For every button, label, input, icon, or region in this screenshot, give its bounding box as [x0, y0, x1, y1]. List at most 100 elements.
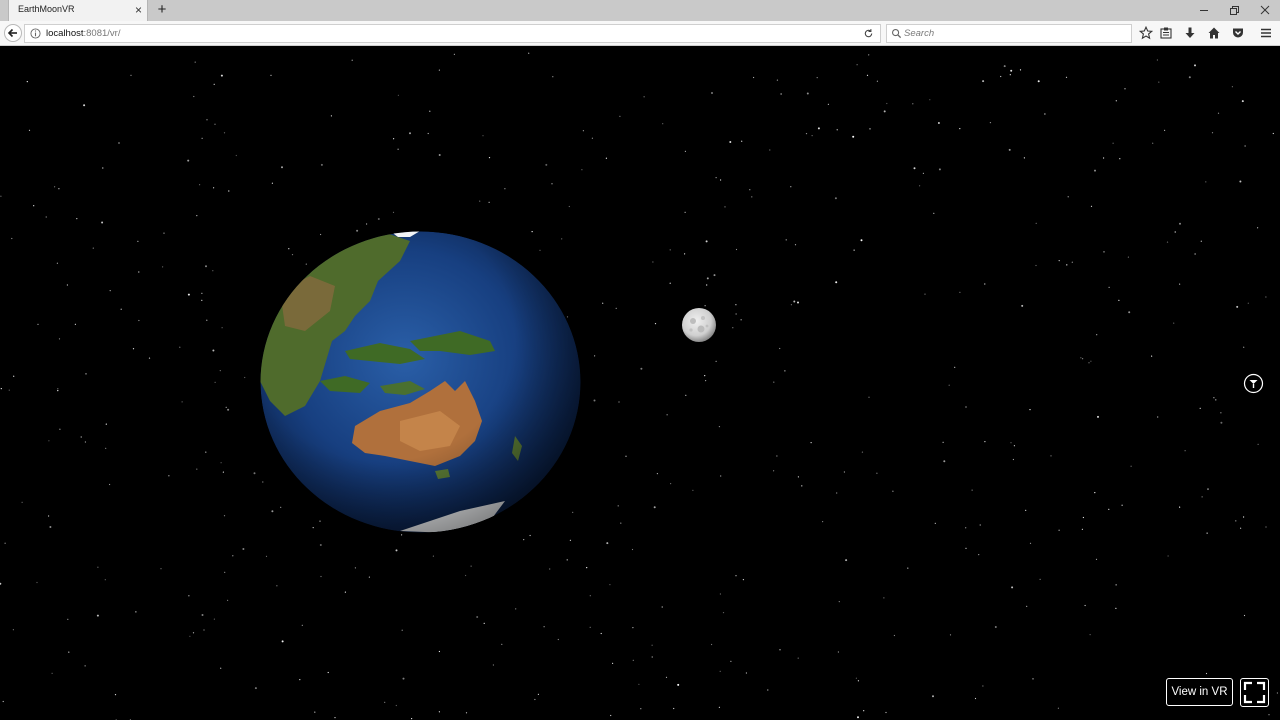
pocket-icon[interactable]	[1231, 26, 1245, 40]
url-text[interactable]: localhost:8081/vr/	[46, 28, 120, 39]
star	[892, 490, 894, 492]
star	[504, 188, 506, 190]
star	[1103, 251, 1105, 253]
star	[1115, 100, 1117, 102]
star	[543, 626, 545, 628]
reload-icon[interactable]	[863, 28, 874, 39]
star	[776, 79, 779, 81]
back-button[interactable]	[4, 24, 22, 42]
star	[654, 323, 657, 325]
star	[643, 96, 645, 98]
star	[76, 218, 78, 220]
star	[1094, 492, 1096, 494]
star	[857, 716, 859, 719]
star	[811, 135, 813, 137]
downloads-icon[interactable]	[1183, 26, 1197, 40]
star	[45, 216, 47, 218]
bookmark-star-icon[interactable]	[1139, 26, 1153, 40]
star	[989, 122, 992, 124]
star	[684, 253, 686, 255]
star	[314, 711, 316, 713]
star	[1265, 526, 1267, 528]
star	[395, 704, 397, 707]
star	[797, 657, 799, 659]
star	[11, 237, 13, 240]
star	[1268, 714, 1270, 716]
tab-close-icon[interactable]: ×	[135, 2, 142, 18]
star	[805, 133, 808, 135]
star	[120, 308, 122, 310]
star	[735, 248, 738, 251]
new-tab-icon[interactable]: +	[154, 1, 170, 19]
restore-icon[interactable]	[1226, 2, 1242, 18]
star	[1108, 286, 1110, 288]
star	[982, 685, 984, 687]
star	[1057, 707, 1059, 709]
minimize-icon[interactable]	[1196, 2, 1212, 18]
search-icon	[892, 29, 902, 39]
fullscreen-button[interactable]	[1240, 678, 1269, 707]
star	[863, 710, 865, 712]
star	[843, 471, 846, 473]
star	[344, 591, 346, 593]
star	[1066, 264, 1068, 266]
star	[971, 489, 973, 491]
home-icon[interactable]	[1207, 26, 1221, 40]
star	[1019, 69, 1022, 71]
star	[1035, 264, 1037, 267]
star	[965, 406, 967, 408]
star	[1166, 241, 1169, 243]
star	[853, 249, 855, 251]
star	[48, 440, 50, 442]
star	[589, 626, 591, 628]
bookmarks-menu-icon[interactable]	[1159, 26, 1173, 40]
star	[632, 627, 634, 629]
view-in-vr-button[interactable]: View in VR	[1166, 678, 1233, 706]
star	[37, 323, 39, 325]
star	[1119, 158, 1121, 160]
star	[377, 218, 380, 220]
star	[465, 574, 467, 577]
star	[606, 542, 609, 545]
address-bar[interactable]: localhost:8081/vr/	[24, 24, 881, 43]
star	[793, 300, 796, 303]
star	[213, 83, 215, 85]
star	[212, 270, 214, 272]
star	[213, 187, 215, 189]
star	[869, 128, 871, 130]
star	[1058, 529, 1060, 531]
star	[222, 471, 224, 473]
star	[253, 472, 256, 475]
hamburger-menu-icon[interactable]	[1259, 26, 1273, 40]
star	[181, 401, 183, 403]
star	[907, 567, 909, 569]
star	[402, 677, 405, 680]
star	[225, 406, 227, 408]
site-info-icon[interactable]	[30, 28, 41, 39]
star	[677, 683, 680, 686]
star	[620, 522, 622, 524]
star	[1065, 76, 1068, 78]
tab-title: EarthMoonVR	[18, 4, 75, 14]
star	[1115, 584, 1117, 586]
star	[827, 103, 830, 105]
star	[948, 384, 950, 386]
star	[401, 629, 403, 631]
close-window-icon[interactable]	[1257, 2, 1273, 18]
star	[1158, 81, 1160, 83]
star	[1084, 604, 1086, 607]
star	[194, 61, 196, 63]
search-bar[interactable]: Search	[886, 24, 1132, 43]
star	[334, 717, 336, 719]
browser-tab[interactable]: EarthMoonVR ×	[8, 0, 148, 21]
star	[745, 672, 748, 674]
star	[528, 52, 530, 54]
star	[206, 319, 208, 321]
star	[718, 706, 721, 708]
star	[1272, 132, 1274, 135]
star	[735, 313, 737, 315]
vr-scene-canvas[interactable]: View in VR	[0, 46, 1280, 720]
star	[705, 240, 708, 243]
star	[529, 534, 531, 537]
star	[876, 80, 879, 82]
